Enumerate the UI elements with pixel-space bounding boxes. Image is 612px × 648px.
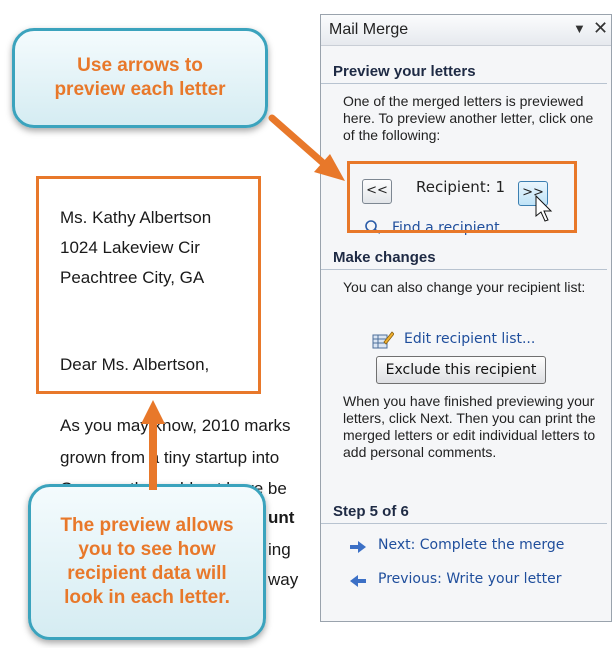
- callout-line: preview each letter: [54, 79, 226, 100]
- step-heading: Step 5 of 6: [333, 503, 409, 520]
- recipient-name: Ms. Kathy Albertson: [60, 208, 212, 227]
- preview-callout: The preview allows you to see how recipi…: [28, 484, 266, 640]
- close-icon[interactable]: ✕: [593, 18, 608, 39]
- edit-list-icon: [372, 330, 395, 350]
- callout-line: look in each letter.: [64, 587, 230, 608]
- changes-description: You can also change your recipient list:: [343, 279, 586, 295]
- finish-instructions: When you have finished previewing your l…: [343, 393, 596, 460]
- callout-line: The preview allows: [60, 515, 234, 536]
- recipient-street: 1024 Lakeview Cir: [60, 238, 200, 257]
- pane-options-dropdown-icon[interactable]: ▼: [573, 21, 586, 36]
- navigation-highlight-box: [347, 161, 577, 233]
- callout-line: you to see how: [78, 539, 216, 560]
- pane-title: Mail Merge: [329, 21, 409, 38]
- body-line: ing: [268, 540, 291, 559]
- edit-recipient-list-link[interactable]: Edit recipient list...: [404, 331, 535, 347]
- next-step-link[interactable]: Next: Complete the merge: [378, 537, 564, 553]
- body-line: grown from a tiny startup into: [60, 448, 280, 467]
- body-line: way: [268, 570, 299, 589]
- body-line: As you may know, 2010 marks: [60, 416, 291, 435]
- exclude-recipient-button[interactable]: Exclude this recipient: [376, 356, 546, 384]
- preview-description: One of the merged letters is previewed h…: [343, 93, 594, 143]
- step-section-header: Step 5 of 6: [321, 501, 607, 524]
- mail-merge-pane: Mail Merge ▼ ✕ Preview your letters One …: [320, 14, 612, 622]
- next-arrow-icon: [350, 538, 366, 557]
- previous-step-link[interactable]: Previous: Write your letter: [378, 571, 562, 587]
- preview-section-header: Preview your letters: [321, 61, 607, 84]
- recipient-city: Peachtree City, GA: [60, 268, 205, 287]
- callout-line: recipient data will: [67, 563, 227, 584]
- salutation: Dear Ms. Albertson,: [60, 355, 210, 374]
- changes-section-header: Make changes: [321, 247, 607, 270]
- pane-title-bar: Mail Merge ▼ ✕: [321, 15, 611, 46]
- body-line: unt: [268, 508, 295, 527]
- callout-line: Use arrows to: [77, 55, 203, 76]
- changes-heading: Make changes: [333, 249, 436, 266]
- previous-arrow-icon: [350, 572, 366, 591]
- arrows-callout: Use arrows to preview each letter: [12, 28, 268, 128]
- preview-heading: Preview your letters: [333, 63, 476, 80]
